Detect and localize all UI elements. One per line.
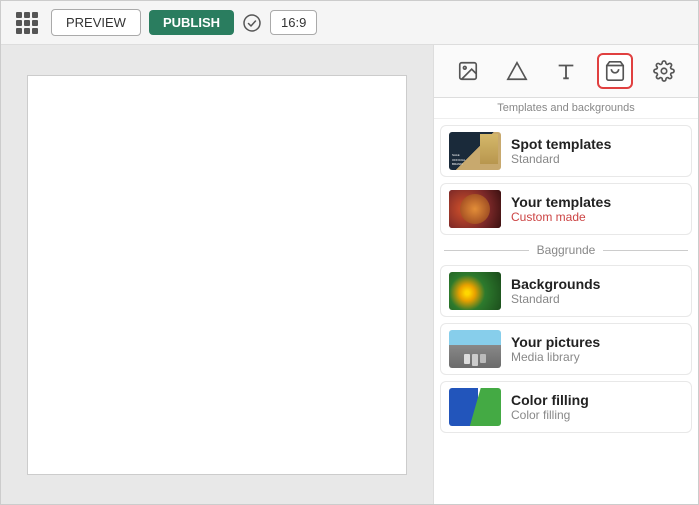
canvas-frame: [27, 75, 407, 475]
canvas-area: [1, 45, 433, 504]
section-label: Baggrunde: [537, 243, 596, 257]
your-templates-subtitle: Custom made: [511, 210, 611, 224]
your-pictures-item[interactable]: Your pictures Media library: [440, 323, 692, 375]
right-panel: Templates and backgrounds SALEOFFICIALBR…: [433, 45, 698, 504]
spot-templates-thumbnail: SALEOFFICIALBRAND: [449, 132, 501, 170]
your-templates-title: Your templates: [511, 194, 611, 210]
app-container: PREVIEW PUBLISH 16:9: [0, 0, 699, 505]
spot-templates-item[interactable]: SALEOFFICIALBRAND Spot templates Standar…: [440, 125, 692, 177]
backgrounds-info: Backgrounds Standard: [511, 276, 600, 306]
icon-toolbar: [434, 45, 698, 98]
your-templates-thumbnail: [449, 190, 501, 228]
your-pictures-info: Your pictures Media library: [511, 334, 600, 364]
cart-icon-button[interactable]: [597, 53, 633, 89]
divider-line-right: [603, 250, 688, 251]
color-filling-info: Color filling Color filling: [511, 392, 589, 422]
your-pictures-subtitle: Media library: [511, 350, 600, 364]
spot-templates-title: Spot templates: [511, 136, 611, 152]
backgrounds-subtitle: Standard: [511, 292, 600, 306]
settings-icon-button[interactable]: [646, 53, 682, 89]
backgrounds-thumbnail: [449, 272, 501, 310]
divider-line-left: [444, 250, 529, 251]
top-toolbar: PREVIEW PUBLISH 16:9: [1, 1, 698, 45]
publish-button[interactable]: PUBLISH: [149, 10, 234, 35]
backgrounds-item[interactable]: Backgrounds Standard: [440, 265, 692, 317]
image-icon-button[interactable]: [450, 53, 486, 89]
section-divider: Baggrunde: [444, 243, 688, 257]
shape-icon-button[interactable]: [499, 53, 535, 89]
spot-templates-subtitle: Standard: [511, 152, 611, 166]
color-filling-thumbnail: [449, 388, 501, 426]
grid-icon: [16, 12, 38, 34]
ratio-button[interactable]: 16:9: [270, 10, 317, 35]
color-filling-item[interactable]: Color filling Color filling: [440, 381, 692, 433]
your-pictures-title: Your pictures: [511, 334, 600, 350]
spot-templates-info: Spot templates Standard: [511, 136, 611, 166]
grid-menu-button[interactable]: [11, 7, 43, 39]
panel-content: SALEOFFICIALBRAND Spot templates Standar…: [434, 119, 698, 504]
text-icon-button[interactable]: [548, 53, 584, 89]
color-filling-subtitle: Color filling: [511, 408, 589, 422]
check-icon: [242, 13, 262, 33]
main-area: Templates and backgrounds SALEOFFICIALBR…: [1, 45, 698, 504]
your-pictures-thumbnail: [449, 330, 501, 368]
color-filling-title: Color filling: [511, 392, 589, 408]
backgrounds-title: Backgrounds: [511, 276, 600, 292]
your-templates-item[interactable]: Your templates Custom made: [440, 183, 692, 235]
your-templates-info: Your templates Custom made: [511, 194, 611, 224]
panel-label: Templates and backgrounds: [434, 98, 698, 119]
preview-button[interactable]: PREVIEW: [51, 9, 141, 36]
